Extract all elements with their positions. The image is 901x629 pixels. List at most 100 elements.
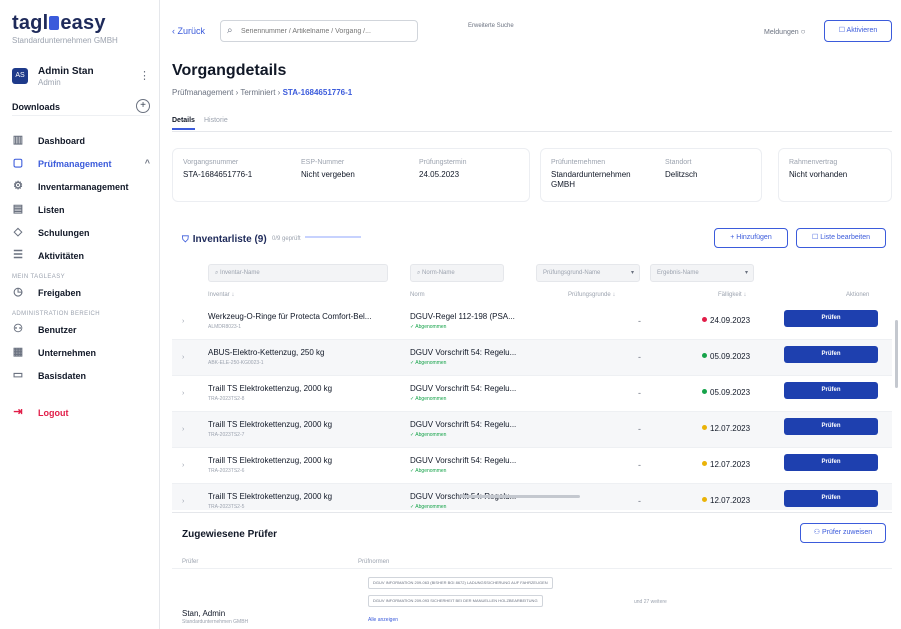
due-date-text: 12.07.2023 [710, 496, 751, 505]
filter-placeholder: Norm-Name [422, 270, 455, 276]
search-icon: ⌕ [227, 25, 233, 36]
sidebar-item-label: Listen [38, 205, 65, 215]
norm-name: DGUV Vorschrift 54: Regelu... [410, 348, 517, 357]
assign-inspector-button[interactable]: ⚇ Prüfer zuweisen [800, 523, 886, 543]
inventory-name: Traill TS Elektrokettenzug, 2000 kg [208, 456, 333, 465]
table-row[interactable]: › Traill TS Elektrokettenzug, 2000 kg TR… [172, 448, 892, 484]
chevron-up-icon[interactable]: ^ [145, 158, 150, 168]
inventory-name: Traill TS Elektrokettenzug, 2000 kg [208, 492, 333, 501]
chevron-right-icon[interactable]: › [182, 498, 184, 505]
pruefen-button[interactable]: Prüfen [784, 418, 878, 435]
chevron-right-icon[interactable]: › [182, 318, 184, 325]
sidebar-item-pruefmanagement[interactable]: ▢ Prüfmanagement ^ [12, 153, 152, 176]
column-header-norm[interactable]: Norm [410, 292, 425, 298]
column-header-faelligkeit[interactable]: Fälligkeit ↓ [718, 292, 746, 298]
sidebar-item-aktivitaeten[interactable]: ☰ Aktivitäten [12, 245, 152, 268]
sidebar-item-basisdaten[interactable]: ▭ Basisdaten [12, 365, 152, 388]
main-content: Vorgangdetails Prüfmanagement › Terminie… [160, 52, 901, 629]
clock-icon: ◷ [13, 286, 23, 298]
pruefen-button[interactable]: Prüfen [784, 382, 878, 399]
table-row[interactable]: › Werkzeug-O-Ringe für Protecta Comfort-… [172, 304, 892, 340]
chevron-right-icon[interactable]: › [182, 390, 184, 397]
filter-placeholder: Inventar-Name [220, 270, 260, 276]
info-value: 24.05.2023 [419, 170, 460, 179]
sidebar-item-freigaben[interactable]: ◷ Freigaben [12, 282, 152, 305]
status-dot [702, 497, 707, 502]
logout-button[interactable]: ⇥ Logout [12, 402, 152, 425]
edit-list-button[interactable]: ☐ Liste bearbeiten [796, 228, 886, 248]
user-profile[interactable]: AS Admin Stan Admin ⋮ [12, 66, 150, 90]
sidebar-item-schulungen[interactable]: ◇ Schulungen [12, 222, 152, 245]
sidebar-item-unternehmen[interactable]: ▦ Unternehmen [12, 342, 152, 365]
info-field-pruefunternehmen: Prüfunternehmen Standardunternehmen GMBH [551, 159, 651, 190]
chevron-right-icon[interactable]: › [182, 354, 184, 361]
activate-button[interactable]: ☐ Aktivieren [824, 20, 892, 42]
column-header-inventar[interactable]: Inventar ↓ [208, 292, 234, 298]
pruefen-button[interactable]: Prüfen [784, 490, 878, 507]
activity-icon: ☰ [13, 249, 23, 261]
pruefen-button[interactable]: Prüfen [784, 310, 878, 327]
tab-historie[interactable]: Historie [204, 117, 228, 124]
inventory-section: ⛉ Inventarliste (9) 0/9 geprüft + Hinzufü… [172, 220, 892, 510]
pruefen-button[interactable]: Prüfen [784, 346, 878, 363]
add-inventory-button[interactable]: + Hinzufügen [714, 228, 788, 248]
filter-pruefungsgrund[interactable]: Prüfungsgrund-Name ▾ [536, 264, 640, 282]
sidebar-item-label: Benutzer [38, 325, 77, 335]
search-box[interactable]: ⌕ [220, 20, 418, 42]
table-row[interactable]: › Traill TS Elektrokettenzug, 2000 kg TR… [172, 412, 892, 448]
extended-search-link[interactable]: Erweiterte Suche [468, 22, 518, 30]
edit-icon: ☐ [811, 234, 821, 241]
downloads-label: Downloads [12, 102, 61, 112]
horizontal-scrollbar[interactable] [460, 495, 580, 498]
sidebar-item-listen[interactable]: ▤ Listen [12, 199, 152, 222]
column-header-pruefer: Prüfer [182, 559, 199, 565]
sidebar-item-dashboard[interactable]: ▥ Dashboard [12, 130, 152, 153]
due-date-text: 05.09.2023 [710, 352, 751, 361]
table-row[interactable]: › Traill TS Elektrokettenzug, 2000 kg TR… [172, 376, 892, 412]
page-title: Vorgangdetails [172, 62, 287, 79]
due-date-text: 05.09.2023 [710, 388, 751, 397]
vertical-scrollbar[interactable] [895, 320, 898, 388]
sidebar-item-inventarmanagement[interactable]: ⚙ Inventarmanagement [12, 176, 152, 199]
column-header-pruefungsgrund[interactable]: Prüfungsgrunde ↓ [568, 292, 615, 298]
breadcrumb-path[interactable]: Prüfmanagement › Terminiert › [172, 88, 283, 97]
tab-details[interactable]: Details [172, 117, 195, 130]
info-value: Nicht vorhanden [789, 170, 848, 179]
notifications-toggle[interactable]: Meldungen ○ [764, 27, 805, 36]
section-label-mein: MEIN TAGLEASY [12, 274, 65, 280]
chevron-down-icon: ▾ [744, 270, 748, 276]
more-vertical-icon[interactable]: ⋮ [139, 69, 150, 82]
logo[interactable]: tagl easy Standardunternehmen GMBH [12, 12, 118, 45]
sidebar-item-label: Schulungen [38, 228, 90, 238]
company-name: Standardunternehmen GMBH [12, 36, 118, 45]
info-label: Prüfungstermin [419, 159, 467, 166]
tab-bar: Details Historie [172, 114, 892, 132]
search-input[interactable] [241, 24, 411, 38]
chevron-right-icon[interactable]: › [182, 426, 184, 433]
norm-name: DGUV Vorschrift 54: Regelu... [410, 420, 517, 429]
sidebar-item-label: Freigaben [38, 288, 82, 298]
table-row[interactable]: › ABUS-Elektro-Kettenzug, 250 kg ABK-ELE… [172, 340, 892, 376]
filter-ergebnis[interactable]: Ergebnis-Name ▾ [650, 264, 754, 282]
logout-label: Logout [38, 408, 69, 418]
inventory-title: ⛉ Inventarliste (9) [182, 234, 267, 245]
back-link[interactable]: ‹ Zurück [172, 26, 205, 36]
breadcrumb: Prüfmanagement › Terminiert › STA-168465… [172, 88, 352, 97]
settings-icon: ⚙ [13, 180, 23, 192]
chevron-right-icon[interactable]: › [182, 462, 184, 469]
sidebar-item-label: Unternehmen [38, 348, 97, 358]
filter-norm[interactable]: ⌕ Norm-Name [410, 264, 504, 282]
inventory-code: ALMDR8023-1 [208, 324, 242, 330]
inventory-code: ABK-ELE-250-KG0023-1 [208, 360, 264, 366]
sidebar-item-benutzer[interactable]: ⚇ Benutzer [12, 319, 152, 342]
due-date: 24.09.2023 [702, 316, 750, 325]
filter-inventar[interactable]: ⌕ Inventar-Name [208, 264, 388, 282]
sidebar-item-label: Basisdaten [38, 371, 87, 381]
sidebar-item-label: Dashboard [38, 136, 86, 146]
show-all-link[interactable]: Alle anzeigen [368, 617, 398, 623]
shield-icon: ⛉ [182, 234, 189, 244]
pruefen-button[interactable]: Prüfen [784, 454, 878, 471]
add-download-icon[interactable]: + [136, 99, 150, 113]
status-badge: ✓ Abgenommen [410, 324, 447, 330]
